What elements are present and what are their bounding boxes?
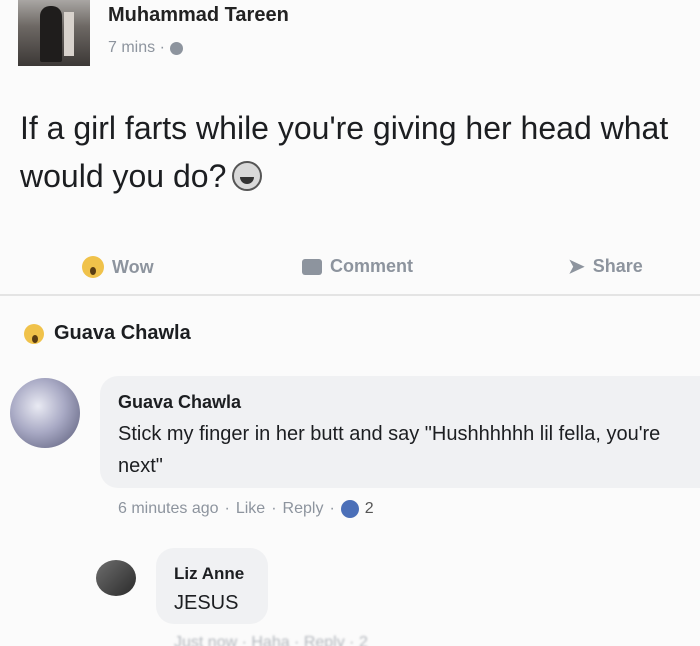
- reply-avatar[interactable]: [96, 560, 136, 596]
- reply-author-name[interactable]: Liz Anne: [174, 564, 244, 584]
- reply-text: JESUS: [174, 592, 239, 614]
- comment-meta: 6 minutes ago · Like · Reply · 2: [118, 500, 374, 518]
- post-screenshot: Muhammad Tareen 7 mins · If a girl farts…: [0, 0, 700, 646]
- share-arrow-icon: ➤: [568, 255, 585, 278]
- post-text: If a girl farts while you're giving her …: [20, 104, 680, 200]
- comment-time[interactable]: 6 minutes ago: [118, 500, 219, 518]
- comment-label: Comment: [330, 256, 414, 276]
- wow-label: Wow: [112, 256, 154, 277]
- post-meta: 7 mins ·: [108, 39, 183, 57]
- avatar-figure: [40, 6, 62, 62]
- post-header: Muhammad Tareen 7 mins ·: [0, 0, 700, 78]
- avatar-background-detail: [64, 12, 74, 56]
- like-thumb-icon: [340, 500, 359, 518]
- comment-text: Stick my finger in her butt and say "Hus…: [118, 423, 661, 477]
- comment-icon: [302, 258, 322, 275]
- reaction-summary[interactable]: Guava Chawla: [24, 322, 191, 345]
- post-body: If a girl farts while you're giving her …: [20, 110, 669, 194]
- wow-icon: [82, 256, 104, 278]
- comment-like-count[interactable]: 2: [365, 500, 374, 518]
- reply-meta: Just now · Haha · Reply · 2: [174, 634, 368, 646]
- comment-button[interactable]: Comment: [302, 256, 413, 277]
- laughing-crying-emoji-icon: [232, 161, 263, 191]
- author-avatar[interactable]: [18, 0, 90, 66]
- post-time[interactable]: 7 mins ·: [108, 39, 165, 57]
- author-name[interactable]: Muhammad Tareen: [108, 4, 289, 27]
- reaction-summary-name: Guava Chawla: [54, 322, 191, 344]
- comment-like-link[interactable]: Like: [236, 500, 265, 518]
- share-label: Share: [592, 256, 643, 276]
- comment-reply-link[interactable]: Reply: [283, 500, 324, 518]
- share-button[interactable]: ➤ Share: [568, 256, 643, 277]
- wow-button[interactable]: Wow: [82, 256, 154, 278]
- commenter-avatar[interactable]: [10, 378, 80, 448]
- wow-reaction-icon: [24, 323, 44, 344]
- commenter-name[interactable]: Guava Chawla: [118, 392, 241, 413]
- globe-icon: [169, 41, 183, 55]
- post-action-bar: Wow Comment ➤ Share: [0, 242, 700, 296]
